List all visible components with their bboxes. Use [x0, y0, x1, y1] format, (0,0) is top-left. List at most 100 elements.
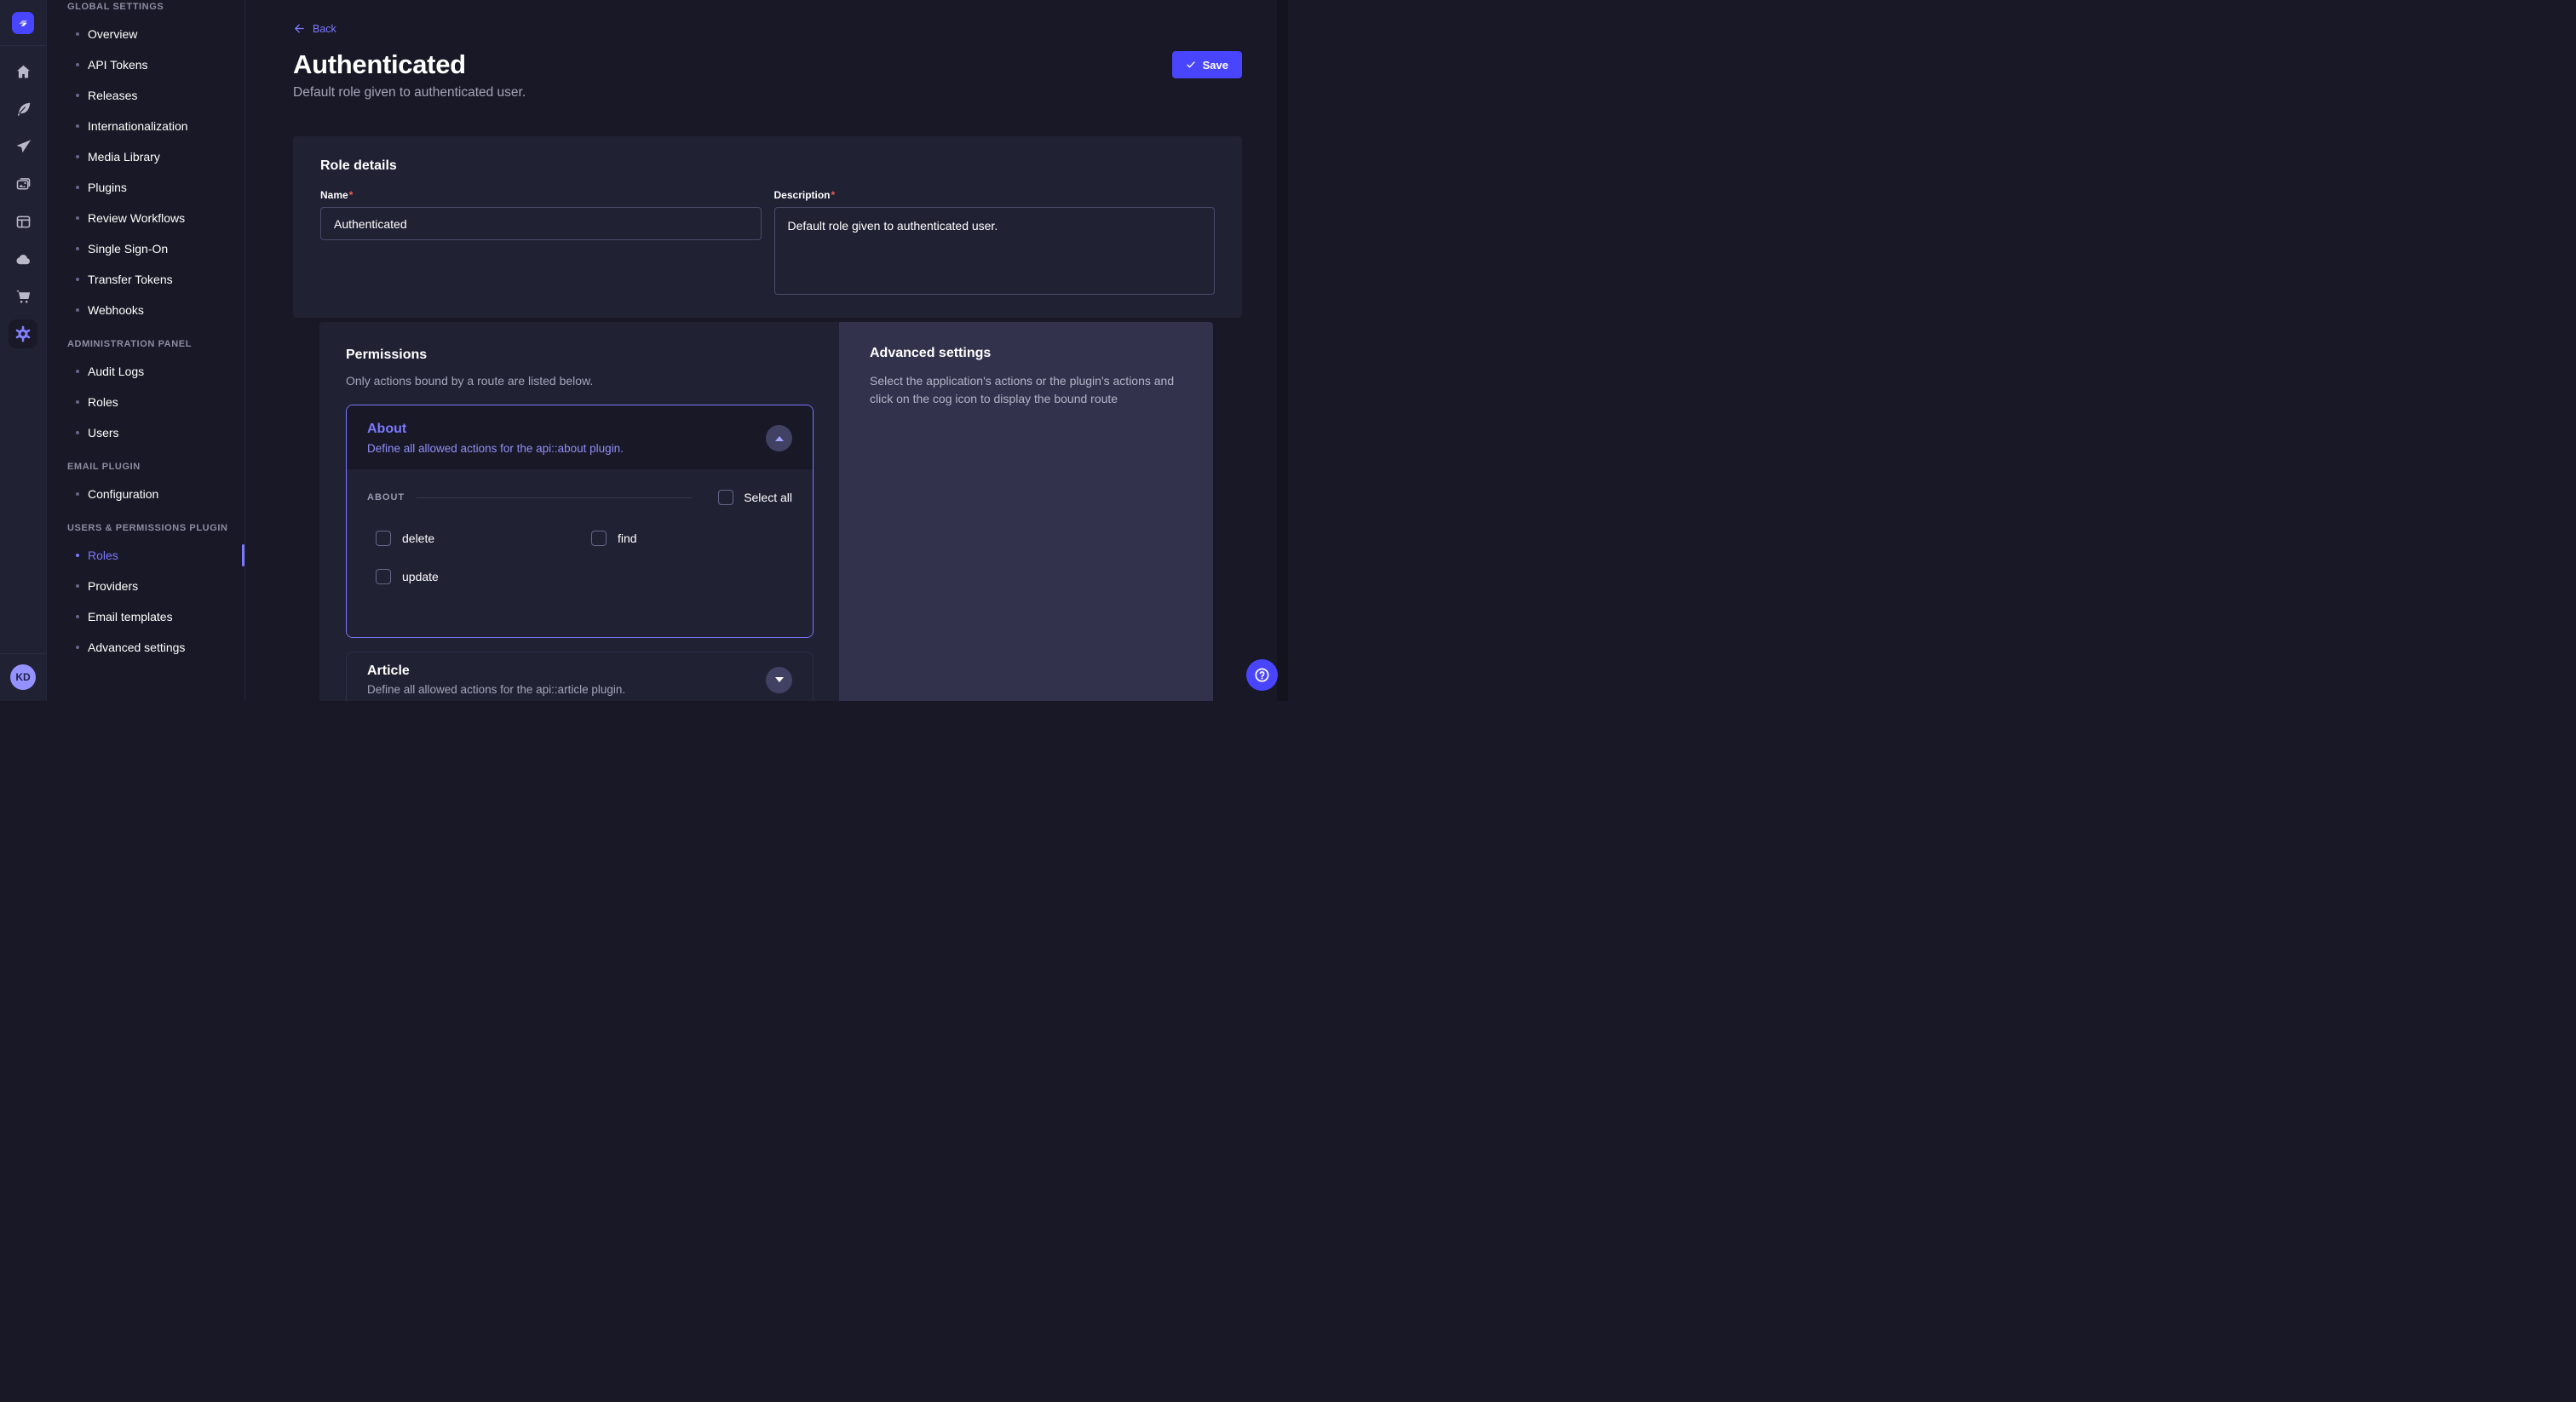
permission-action-find[interactable]: find [591, 531, 792, 546]
page-subtitle: Default role given to authenticated user… [293, 85, 1242, 101]
sidebar-item-media-library[interactable]: Media Library [47, 141, 244, 172]
accordion-article-description: Define all allowed actions for the api::… [367, 683, 625, 696]
accordion-about-body: ABOUT Select all deletefindupdate [347, 469, 813, 637]
checkbox[interactable] [376, 569, 391, 584]
select-all-checkbox[interactable] [718, 490, 733, 505]
permission-action-update[interactable]: update [376, 569, 591, 584]
save-button[interactable]: Save [1172, 51, 1242, 78]
bullet-icon [76, 278, 79, 281]
bullet-icon [76, 400, 79, 404]
role-details-card: Role details Name* Description* Default … [293, 136, 1242, 318]
description-field-group: Description* Default role given to authe… [774, 187, 1216, 299]
sidebar-item-transfer-tokens[interactable]: Transfer Tokens [47, 264, 244, 295]
required-asterisk: * [349, 189, 354, 201]
name-input[interactable] [320, 207, 762, 240]
sidebar-item-label: Email templates [88, 610, 173, 623]
sidebar-item-single-sign-on[interactable]: Single Sign-On [47, 233, 244, 264]
bullet-icon [76, 370, 79, 373]
accordion-about: About Define all allowed actions for the… [346, 405, 814, 638]
sidebar-item-audit-logs[interactable]: Audit Logs [47, 356, 244, 387]
sidebar-item-label: Overview [88, 27, 137, 41]
back-label: Back [313, 23, 336, 35]
check-icon [1186, 60, 1196, 70]
required-asterisk: * [831, 189, 836, 201]
deploy-nav-button[interactable] [4, 240, 42, 278]
chevron-down-icon [775, 677, 784, 682]
action-label: find [618, 531, 637, 545]
sidebar-item-overview[interactable]: Overview [47, 19, 244, 49]
sidebar-item-plugins[interactable]: Plugins [47, 172, 244, 203]
media-images-icon [14, 175, 32, 193]
select-all-label: Select all [744, 491, 792, 504]
accordion-article-title: Article [367, 664, 625, 679]
accordion-article-header[interactable]: Article Define all allowed actions for t… [347, 652, 813, 701]
checkbox[interactable] [591, 531, 607, 546]
sidebar-item-label: Roles [88, 549, 118, 562]
media-library-nav-button[interactable] [4, 165, 42, 203]
sidebar-section: ADMINISTRATION PANELAudit LogsRolesUsers [47, 339, 244, 448]
sidebar-item-webhooks[interactable]: Webhooks [47, 295, 244, 325]
sidebar-item-configuration[interactable]: Configuration [47, 479, 244, 509]
content-type-builder-nav-button[interactable] [4, 203, 42, 240]
permissions-subheading: Only actions bound by a route are listed… [346, 374, 814, 388]
sidebar-item-email-templates[interactable]: Email templates [47, 601, 244, 632]
advanced-settings-heading: Advanced settings [870, 346, 1182, 361]
sidebar-item-label: API Tokens [88, 58, 148, 72]
sidebar-item-label: Single Sign-On [88, 242, 168, 256]
permissions-panel: Permissions Only actions bound by a rout… [319, 322, 839, 701]
bullet-icon [76, 492, 79, 496]
strapi-logo[interactable] [12, 12, 34, 34]
bullet-icon [76, 554, 79, 557]
sidebar-item-label: Roles [88, 395, 118, 409]
sidebar-item-api-tokens[interactable]: API Tokens [47, 49, 244, 80]
select-all-control[interactable]: Select all [718, 490, 792, 505]
releases-nav-button[interactable] [4, 128, 42, 165]
sidebar-item-users[interactable]: Users [47, 417, 244, 448]
sidebar-item-label: Audit Logs [88, 365, 144, 378]
settings-nav-button-active[interactable] [9, 319, 37, 348]
sidebar-item-providers[interactable]: Providers [47, 571, 244, 601]
sidebar-item-label: Media Library [88, 150, 160, 164]
sidebar-section: EMAIL PLUGINConfiguration [47, 462, 244, 509]
help-button[interactable] [1246, 659, 1278, 691]
back-link[interactable]: Back [293, 22, 336, 35]
name-label: Name* [320, 189, 353, 201]
sidebar-section-label: GLOBAL SETTINGS [47, 2, 244, 19]
advanced-settings-body: Select the application's actions or the … [870, 372, 1182, 408]
bullet-icon [76, 646, 79, 649]
rail-divider [0, 45, 46, 46]
sidebar-item-label: Review Workflows [88, 211, 185, 225]
sidebar-item-roles[interactable]: Roles [47, 540, 244, 571]
accordion-about-header[interactable]: About Define all allowed actions for the… [347, 405, 813, 469]
sidebar-item-internationalization[interactable]: Internationalization [47, 111, 244, 141]
rail-bottom-divider [0, 653, 46, 654]
description-textarea[interactable]: Default role given to authenticated user… [774, 207, 1216, 295]
bullet-icon [76, 32, 79, 36]
user-avatar[interactable]: KD [10, 664, 36, 690]
question-mark-icon [1253, 666, 1271, 684]
sidebar-item-roles[interactable]: Roles [47, 387, 244, 417]
page-title: Authenticated [293, 49, 466, 80]
marketplace-nav-button[interactable] [4, 278, 42, 315]
expand-button[interactable] [766, 667, 792, 693]
sidebar-item-label: Internationalization [88, 119, 188, 133]
sidebar-item-label: Transfer Tokens [88, 273, 173, 286]
sidebar-section: GLOBAL SETTINGS Overview API Tokens Release… [47, 2, 244, 325]
bullet-icon [76, 186, 79, 189]
sidebar-item-review-workflows[interactable]: Review Workflows [47, 203, 244, 233]
checkbox[interactable] [376, 531, 391, 546]
sidebar-item-advanced-settings[interactable]: Advanced settings [47, 632, 244, 663]
group-divider [417, 497, 693, 498]
home-nav-button[interactable] [4, 53, 42, 90]
collapse-button[interactable] [766, 425, 792, 451]
bullet-icon [76, 247, 79, 250]
sidebar-item-releases[interactable]: Releases [47, 80, 244, 111]
bullet-icon [76, 308, 79, 312]
permissions-heading: Permissions [346, 348, 814, 363]
sidebar-item-label: Configuration [88, 487, 158, 501]
permission-action-delete[interactable]: delete [376, 531, 591, 546]
content-manager-nav-button[interactable] [4, 90, 42, 128]
home-icon [14, 63, 32, 81]
strapi-logo-glyph [15, 15, 31, 31]
layout-icon [14, 213, 32, 231]
